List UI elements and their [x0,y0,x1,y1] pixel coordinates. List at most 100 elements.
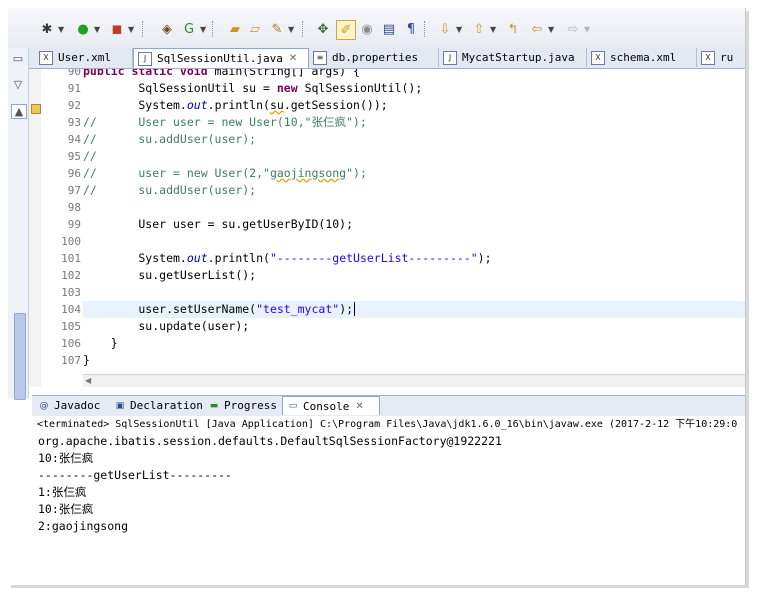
code-text-area[interactable]: public static void main(String[] args) {… [83,69,745,387]
scroll-up-icon[interactable]: ▲ [11,104,27,119]
next-annotation-dropdown-icon[interactable]: ▼ [456,22,464,36]
word-wrap-icon[interactable]: ▤ [380,20,398,38]
bottom-panel-tab-bar: @ Javadoc ▣ Declaration ▬ Progress ▭ Con… [32,395,745,417]
line-number: 101 [61,252,81,265]
search-dropdown-icon[interactable]: ▼ [288,22,296,36]
xml-file-icon: X [39,50,53,65]
tab-label: Progress [224,399,277,412]
external-tools-icon[interactable]: ◼ [108,20,126,38]
code-line-95: // [83,149,97,163]
code-line-93: // User user = new User(10,"张仨疯"); [83,115,367,129]
tab-user-xml[interactable]: X User.xml [35,48,133,67]
java-file-icon: J [138,51,152,66]
previous-annotation-dropdown-icon[interactable]: ▼ [490,22,498,36]
horizontal-scrollbar[interactable]: ◀ [83,374,745,387]
code-line-97: // su.addUser(user); [83,183,257,197]
toolbar-separator [212,21,214,37]
xml-file-icon: X [591,50,605,65]
toolbar-separator [302,21,304,37]
line-number: 102 [61,269,81,282]
code-line-96: // user = new User(2,"gaojingsong"); [83,166,367,180]
last-edit-icon[interactable]: ↰ [504,20,522,38]
minimize-icon[interactable]: ▭ [11,52,25,65]
search-icon[interactable]: ✎ [268,20,286,38]
tab-label: db.properties [332,51,419,64]
code-line-94: // su.addUser(user); [83,132,257,146]
code-line-106: } [83,336,118,350]
tab-sqlsessionutil-java[interactable]: J SqlSessionUtil.java ✕ [133,48,309,68]
line-number: 92 [67,99,81,112]
tab-javadoc[interactable]: @ Javadoc [38,396,101,415]
line-number: 104 [61,303,81,316]
tab-console[interactable]: ▭ Console ✕ [282,396,380,415]
close-icon[interactable]: ✕ [355,401,363,412]
mark-occurrences-icon[interactable]: ✐ [336,20,356,40]
tab-label: Declaration [130,399,203,412]
editor-tab-bar: X User.xml J SqlSessionUtil.java ✕ ≡ db.… [29,48,745,69]
line-number: 106 [61,337,81,350]
previous-annotation-icon[interactable]: ⇧ [470,20,488,38]
run-dropdown-icon[interactable]: ▼ [94,22,102,36]
code-line-105: su.update(user); [83,319,250,333]
new-class-dropdown-icon[interactable]: ▼ [200,22,208,36]
line-number: 96 [67,167,81,180]
back-icon[interactable]: ⇦ [528,20,546,38]
console-line: 10:张仨疯 [38,451,94,465]
annotation-ruler [29,69,41,387]
console-line: --------getUserList--------- [38,468,232,482]
block-selection-icon[interactable]: ◉ [358,20,376,38]
line-number: 99 [67,218,81,231]
tab-schema-xml[interactable]: X schema.xml [587,48,697,67]
code-line-101: System.out.println("--------getUserList-… [83,251,492,265]
vertical-scrollbar-thumb[interactable] [14,313,26,400]
run-icon[interactable]: ● [74,20,92,38]
scroll-left-icon[interactable]: ◀ [85,376,96,386]
new-class-icon[interactable]: G [180,20,198,38]
text-cursor [354,302,356,316]
debug-icon[interactable]: ✱ [38,20,56,38]
new-wizard-icon[interactable]: ◈ [158,20,176,38]
close-icon[interactable]: ✕ [289,53,297,64]
open-resource-icon[interactable]: ▱ [246,20,264,38]
tab-label: Javadoc [54,399,101,412]
line-number: 98 [67,201,81,214]
toolbar-separator [142,21,144,37]
tab-rule-xml[interactable]: X ru [697,48,745,67]
debug-dropdown-icon[interactable]: ▼ [58,22,66,36]
tab-declaration[interactable]: ▣ Declaration [114,396,203,415]
line-number: 97 [67,184,81,197]
declaration-icon: ▣ [115,400,125,411]
tab-progress[interactable]: ▬ Progress [208,396,277,415]
line-number: 95 [67,150,81,163]
left-trim: ▭ ▽ ▲ [8,48,29,400]
code-line-90: public static void main(String[] args) { [83,69,360,78]
code-line-91: SqlSessionUtil su = new SqlSessionUtil()… [83,81,423,95]
javadoc-icon: @ [39,400,49,411]
line-number: 94 [67,133,81,146]
warning-marker-icon[interactable] [31,104,41,114]
next-annotation-icon[interactable]: ⇩ [436,20,454,38]
line-number: 107 [61,354,81,367]
tab-mycatstartup-java[interactable]: J MycatStartup.java [439,48,587,67]
back-dropdown-icon[interactable]: ▼ [548,22,556,36]
open-type-icon[interactable]: ▰ [226,20,244,38]
console-icon: ▭ [288,401,298,411]
tab-label: Console [303,399,350,413]
java-file-icon: J [443,50,457,65]
show-whitespace-icon[interactable]: ¶ [402,20,420,38]
progress-icon: ▬ [209,400,219,411]
tab-label: MycatStartup.java [462,51,575,64]
tab-db-properties[interactable]: ≡ db.properties [309,48,439,67]
console-line: 10:张仨疯 [38,502,94,516]
view-menu-icon[interactable]: ▽ [11,78,25,91]
eclipse-window: ✱ ▼ ● ▼ ◼ ▼ ◈ G ▼ ▰ ▱ ✎ ▼ ✥ ✐ ◉ ▤ ¶ ⇩ ▼ … [8,8,746,585]
external-tools-dropdown-icon[interactable]: ▼ [128,22,136,36]
forward-dropdown-icon[interactable]: ▼ [584,22,592,36]
toggle-annotation-icon[interactable]: ✥ [314,20,332,38]
code-line-104: user.setUserName("test_mycat"); [83,302,356,316]
console-output[interactable]: <terminated> SqlSessionUtil [Java Applic… [32,416,745,585]
forward-icon[interactable]: ⇨ [564,20,582,38]
line-number-gutter: 90 91 92 93 94 95 96 97 98 99 100 101 10… [41,69,81,387]
code-editor[interactable]: 90 91 92 93 94 95 96 97 98 99 100 101 10… [29,69,745,387]
console-status-line: <terminated> SqlSessionUtil [Java Applic… [37,419,738,430]
